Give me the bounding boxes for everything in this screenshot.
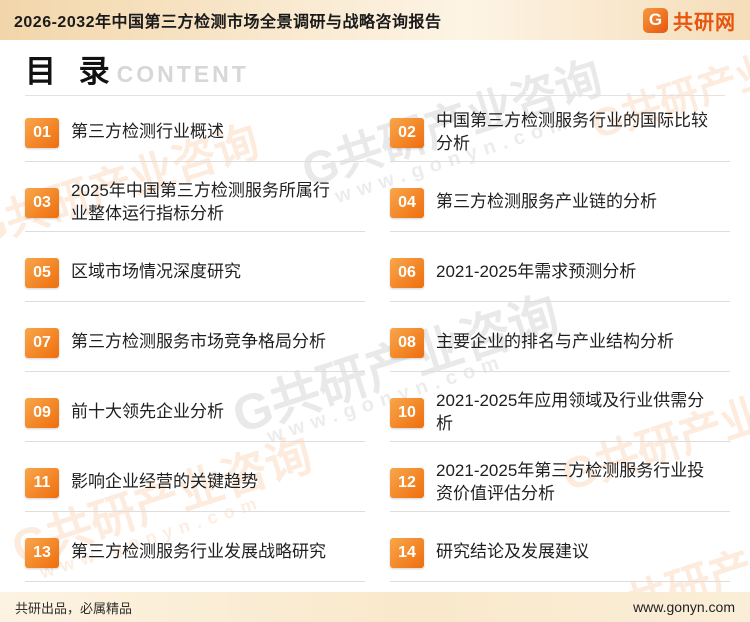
toc-item-title: 中国第三方检测服务行业的国际比较分析 bbox=[436, 110, 708, 155]
title-divider bbox=[25, 95, 725, 96]
toc-item-number-badge: 07 bbox=[25, 328, 59, 358]
brand-logo[interactable]: G 共研网 bbox=[643, 6, 736, 35]
toc-item-12[interactable]: 12 2021-2025年第三方检测服务行业投资价值评估分析 bbox=[390, 454, 730, 512]
toc-item-07[interactable]: 07 第三方检测服务市场竞争格局分析 bbox=[25, 314, 365, 372]
toc-item-14[interactable]: 14 研究结论及发展建议 bbox=[390, 524, 730, 582]
toc-title-en: CONTENT bbox=[117, 61, 249, 87]
toc-item-number-badge: 10 bbox=[390, 398, 424, 428]
toc-item-13[interactable]: 13 第三方检测服务行业发展战略研究 bbox=[25, 524, 365, 582]
toc-item-number-badge: 13 bbox=[25, 538, 59, 568]
toc-item-title: 第三方检测服务行业发展战略研究 bbox=[71, 541, 326, 563]
footer-url[interactable]: www.gonyn.com bbox=[633, 599, 735, 615]
toc-item-05[interactable]: 05 区域市场情况深度研究 bbox=[25, 244, 365, 302]
toc-item-09[interactable]: 09 前十大领先企业分析 bbox=[25, 384, 365, 442]
toc-item-04[interactable]: 04 第三方检测服务产业链的分析 bbox=[390, 174, 730, 232]
toc-item-02[interactable]: 02 中国第三方检测服务行业的国际比较分析 bbox=[390, 104, 730, 162]
toc-item-number-badge: 09 bbox=[25, 398, 59, 428]
toc-item-number-badge: 03 bbox=[25, 188, 59, 218]
toc-item-number-badge: 04 bbox=[390, 188, 424, 218]
toc-item-11[interactable]: 11 影响企业经营的关键趋势 bbox=[25, 454, 365, 512]
toc-item-number-badge: 01 bbox=[25, 118, 59, 148]
toc-item-number-badge: 11 bbox=[25, 468, 59, 498]
toc-title-cn: 目 录 bbox=[25, 54, 117, 89]
toc-item-title: 2025年中国第三方检测服务所属行业整体运行指标分析 bbox=[71, 180, 343, 225]
header-bar: 2026-2032年中国第三方检测市场全景调研与战略咨询报告 G 共研网 bbox=[0, 0, 750, 40]
toc-item-08[interactable]: 08 主要企业的排名与产业结构分析 bbox=[390, 314, 730, 372]
toc-item-title: 区域市场情况深度研究 bbox=[71, 261, 241, 283]
logo-text: 共研网 bbox=[673, 6, 736, 35]
footer-bar: 共研出品，必属精品 www.gonyn.com bbox=[0, 592, 750, 622]
toc-title-block: 目 录CONTENT bbox=[0, 40, 750, 91]
footer-slogan: 共研出品，必属精品 bbox=[15, 598, 132, 617]
toc-item-title: 第三方检测服务产业链的分析 bbox=[436, 191, 657, 213]
toc-main: G共研产业咨询 G共研产业咨询 www.gonyn.com G共研产业咨询 G共… bbox=[0, 40, 750, 592]
toc-item-03[interactable]: 03 2025年中国第三方检测服务所属行业整体运行指标分析 bbox=[25, 174, 365, 232]
toc-item-title: 前十大领先企业分析 bbox=[71, 401, 224, 423]
toc-item-title: 研究结论及发展建议 bbox=[436, 541, 589, 563]
toc-item-number-badge: 08 bbox=[390, 328, 424, 358]
toc-item-title: 第三方检测服务市场竞争格局分析 bbox=[71, 331, 326, 353]
toc-item-number-badge: 02 bbox=[390, 118, 424, 148]
report-title: 2026-2032年中国第三方检测市场全景调研与战略咨询报告 bbox=[14, 8, 442, 32]
toc-item-10[interactable]: 10 2021-2025年应用领域及行业供需分析 bbox=[390, 384, 730, 442]
toc-item-title: 2021-2025年需求预测分析 bbox=[436, 261, 636, 283]
logo-g-icon: G bbox=[643, 8, 668, 33]
toc-item-title: 2021-2025年应用领域及行业供需分析 bbox=[436, 390, 708, 435]
toc-item-06[interactable]: 06 2021-2025年需求预测分析 bbox=[390, 244, 730, 302]
toc-item-title: 主要企业的排名与产业结构分析 bbox=[436, 331, 674, 353]
toc-item-title: 2021-2025年第三方检测服务行业投资价值评估分析 bbox=[436, 460, 708, 505]
report-toc-page: 2026-2032年中国第三方检测市场全景调研与战略咨询报告 G 共研网 G共研… bbox=[0, 0, 750, 622]
toc-item-title: 影响企业经营的关键趋势 bbox=[71, 471, 258, 493]
toc-item-number-badge: 06 bbox=[390, 258, 424, 288]
toc-item-number-badge: 05 bbox=[25, 258, 59, 288]
toc-item-number-badge: 12 bbox=[390, 468, 424, 498]
toc-item-01[interactable]: 01 第三方检测行业概述 bbox=[25, 104, 365, 162]
toc-grid: 01 第三方检测行业概述 02 中国第三方检测服务行业的国际比较分析 03 20… bbox=[0, 104, 750, 592]
toc-item-number-badge: 14 bbox=[390, 538, 424, 568]
toc-item-title: 第三方检测行业概述 bbox=[71, 121, 224, 143]
